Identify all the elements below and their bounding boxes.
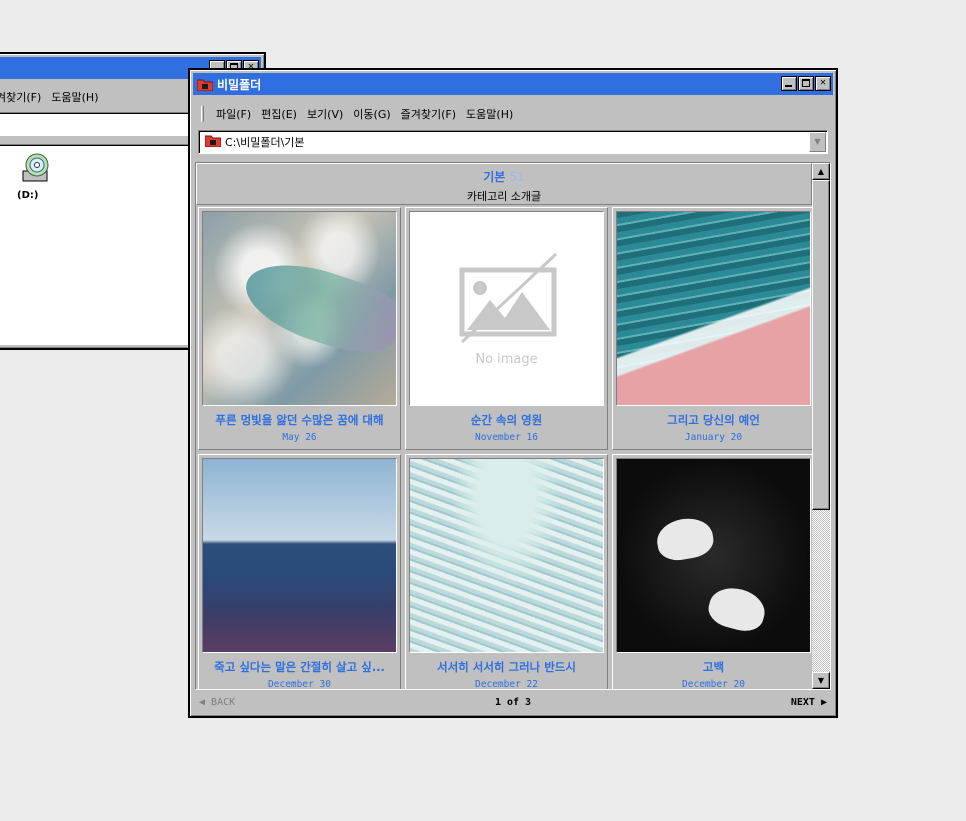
menubar-grip bbox=[201, 106, 204, 122]
back-button[interactable]: ◀ BACK bbox=[199, 697, 235, 708]
vertical-scrollbar[interactable]: ▲ ▼ bbox=[812, 163, 830, 689]
close-button[interactable]: ✕ bbox=[815, 76, 831, 91]
scroll-thumb[interactable] bbox=[812, 180, 830, 510]
pagination-bar: ◀ BACK 1 of 3 NEXT ▶ bbox=[195, 692, 831, 712]
menu-go[interactable]: 이동(G) bbox=[353, 106, 390, 122]
category-description: 카테고리 소개글 bbox=[466, 190, 542, 203]
folder-content-viewport: 기본 51 카테고리 소개글 푸른 멍빛을 앓던 수많은 꿈에 대해 May 2… bbox=[195, 162, 831, 690]
post-thumbnail[interactable] bbox=[202, 458, 397, 653]
minimize-button[interactable] bbox=[781, 76, 797, 91]
menu-file[interactable]: 파일(F) bbox=[216, 106, 251, 122]
category-count: 51 bbox=[509, 170, 525, 184]
scroll-down-button[interactable]: ▼ bbox=[812, 672, 830, 689]
post-card[interactable]: 그리고 당신의 예언 January 20 bbox=[612, 207, 812, 450]
page-indicator: 1 of 3 bbox=[494, 696, 532, 708]
post-date: November 16 bbox=[475, 432, 538, 443]
menu-edit[interactable]: 편집(E) bbox=[261, 106, 297, 122]
post-date: December 30 bbox=[268, 679, 331, 689]
scroll-up-button[interactable]: ▲ bbox=[812, 163, 830, 180]
secret-folder-window[interactable]: 비밀폴더 ✕ 파일(F) 편집(E) 보기(V) 이동(G) 즐겨찾기(F) 도… bbox=[188, 68, 838, 718]
post-thumbnail[interactable] bbox=[616, 211, 811, 406]
post-card[interactable]: No image 순간 속의 영원 November 16 bbox=[405, 207, 608, 450]
next-label: NEXT bbox=[790, 696, 815, 708]
post-list-area: 기본 51 카테고리 소개글 푸른 멍빛을 앓던 수많은 꿈에 대해 May 2… bbox=[196, 163, 812, 689]
fish-image bbox=[236, 248, 396, 366]
post-date: May 26 bbox=[282, 432, 317, 443]
menu-help[interactable]: 도움말(H) bbox=[466, 106, 513, 122]
category-title[interactable]: 기본 51 bbox=[197, 168, 811, 185]
dove-image bbox=[704, 582, 770, 636]
post-thumbnail[interactable] bbox=[409, 458, 604, 653]
post-date: December 20 bbox=[682, 679, 745, 689]
post-card[interactable]: 푸른 멍빛을 앓던 수많은 꿈에 대해 May 26 bbox=[198, 207, 401, 450]
main-menubar: 파일(F) 편집(E) 보기(V) 이동(G) 즐겨찾기(F) 도움말(H) bbox=[193, 102, 833, 126]
post-thumbnail[interactable] bbox=[202, 211, 397, 406]
folder-icon bbox=[196, 78, 214, 91]
menu-favorites[interactable]: 겨찾기(F) bbox=[0, 89, 41, 105]
menu-view[interactable]: 보기(V) bbox=[307, 106, 343, 122]
address-bar[interactable]: C:\비밀폴더\기본 ▼ bbox=[198, 130, 828, 154]
post-thumbnail[interactable] bbox=[616, 458, 811, 653]
no-image-label: No image bbox=[475, 352, 538, 367]
no-image-icon bbox=[459, 252, 558, 344]
post-title[interactable]: 죽고 싶다는 말은 간절히 살고 싶... bbox=[202, 659, 397, 675]
post-thumbnail[interactable]: No image bbox=[409, 211, 604, 406]
back-label: BACK bbox=[211, 696, 236, 708]
address-dropdown-button[interactable]: ▼ bbox=[809, 132, 826, 152]
address-path: C:\비밀폴더\기본 bbox=[225, 136, 305, 149]
drive-label: (D:) bbox=[17, 190, 39, 201]
next-button[interactable]: NEXT ▶ bbox=[791, 697, 827, 708]
maximize-button[interactable] bbox=[798, 76, 814, 91]
post-title[interactable]: 순간 속의 영원 bbox=[409, 412, 604, 428]
post-title[interactable]: 그리고 당신의 예언 bbox=[616, 412, 811, 428]
post-card[interactable]: 서서히 서서히 그러나 반드시 December 22 bbox=[405, 454, 608, 689]
post-grid: 푸른 멍빛을 앓던 수많은 꿈에 대해 May 26 No image 순간 속… bbox=[198, 207, 812, 689]
post-date: January 20 bbox=[684, 432, 743, 443]
category-name[interactable]: 기본 bbox=[483, 170, 505, 184]
post-title[interactable]: 고백 bbox=[616, 659, 811, 675]
menu-favorites[interactable]: 즐겨찾기(F) bbox=[401, 106, 456, 122]
address-folder-icon bbox=[204, 134, 222, 150]
main-window-titlebar[interactable]: 비밀폴더 ✕ bbox=[193, 73, 833, 95]
post-date: December 22 bbox=[475, 679, 538, 689]
post-title[interactable]: 푸른 멍빛을 앓던 수많은 꿈에 대해 bbox=[202, 412, 397, 428]
post-card[interactable]: 고백 December 20 bbox=[612, 454, 812, 689]
window-title: 비밀폴더 bbox=[217, 77, 262, 92]
post-card[interactable]: 죽고 싶다는 말은 간절히 살고 싶... December 30 bbox=[198, 454, 401, 689]
category-header: 기본 51 카테고리 소개글 bbox=[196, 163, 812, 205]
menu-help[interactable]: 도움말(H) bbox=[51, 89, 98, 105]
post-title[interactable]: 서서히 서서히 그러나 반드시 bbox=[409, 659, 604, 675]
dove-image bbox=[653, 514, 717, 564]
cd-drive-icon[interactable] bbox=[19, 153, 53, 188]
